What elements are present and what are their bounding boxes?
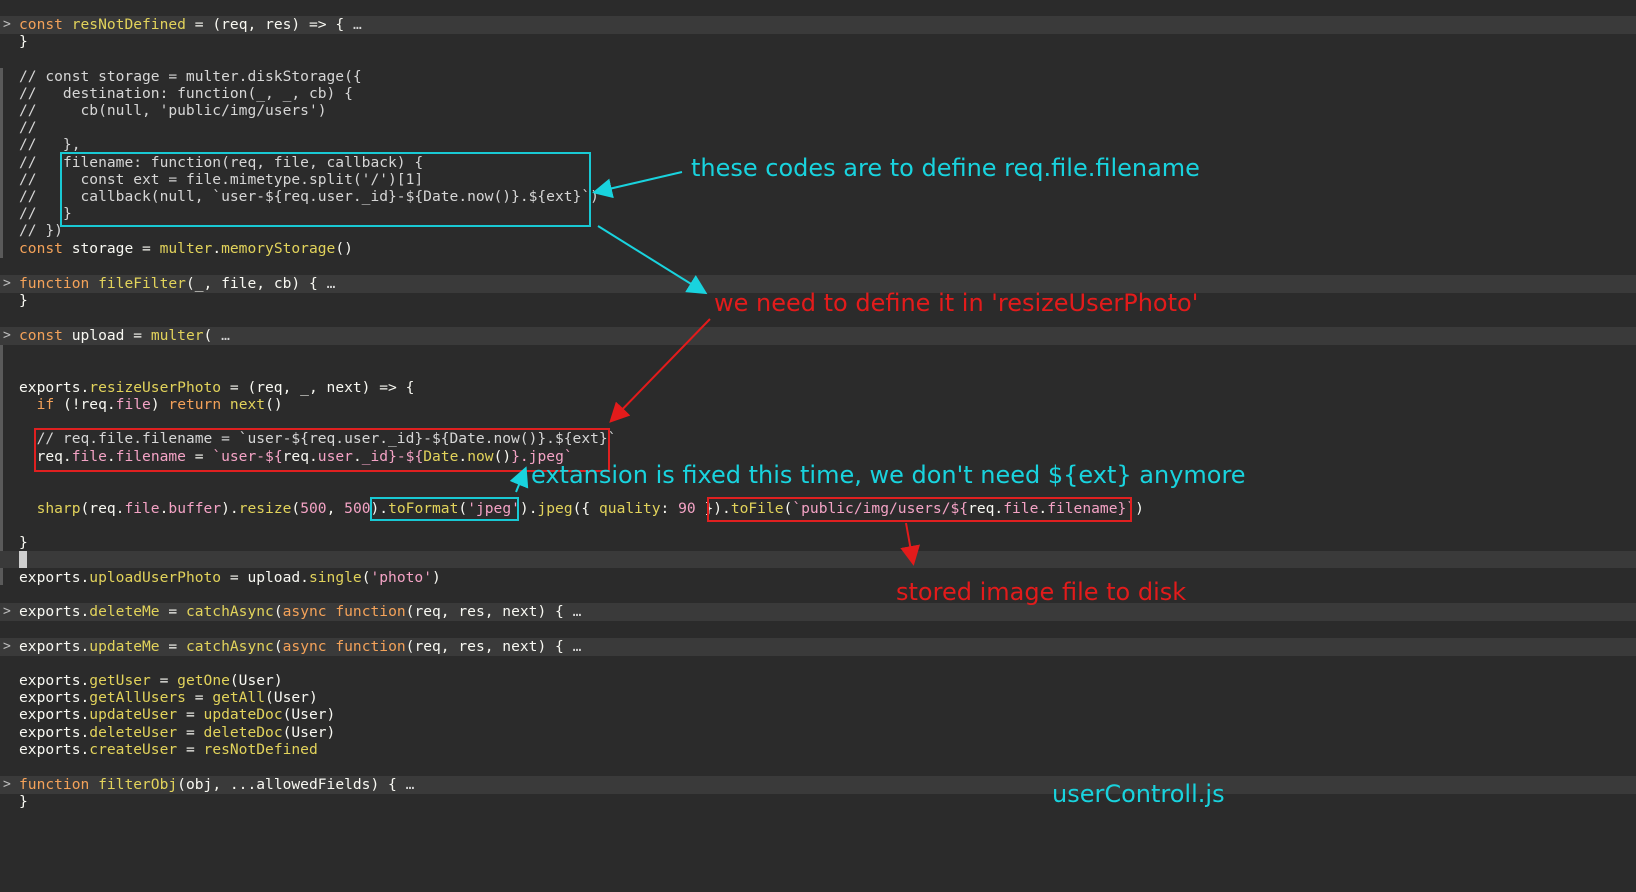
arrow-to-need-define xyxy=(597,225,708,295)
annotation-arrows xyxy=(509,171,921,566)
arrow-to-stored-disk xyxy=(900,522,921,566)
arrow-to-filename-box xyxy=(592,171,683,199)
arrow-to-toformat xyxy=(509,466,529,493)
arrow-to-assignment-box xyxy=(609,318,711,423)
